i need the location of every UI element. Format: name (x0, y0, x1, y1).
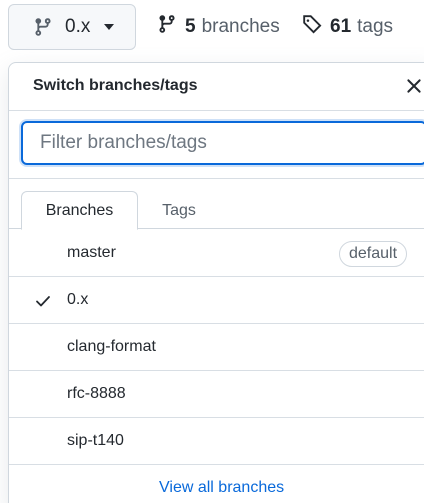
close-icon[interactable] (405, 77, 423, 95)
branch-name: clang-format (67, 338, 156, 355)
panel-footer: View all branches (9, 469, 424, 503)
branch-name: 0.x (67, 291, 89, 308)
branch-name: rfc-8888 (67, 385, 126, 402)
tag-icon (302, 14, 322, 40)
branch-item-sip-t140[interactable]: sip-t140 (9, 418, 424, 465)
branches-word: branches (201, 16, 280, 37)
tab-bar: Branches Tags (9, 179, 424, 230)
filter-section (9, 111, 424, 179)
panel-title: Switch branches/tags (33, 77, 198, 94)
panel-header: Switch branches/tags (9, 63, 424, 111)
tags-count: 61 (330, 16, 352, 37)
branch-item-0x[interactable]: 0.x (9, 277, 424, 324)
check-icon (35, 293, 51, 309)
branch-item-clang-format[interactable]: clang-format (9, 324, 424, 371)
git-branch-icon (33, 17, 53, 37)
branch-switcher-panel: Switch branches/tags Branches Tags maste… (8, 62, 424, 503)
chevron-down-icon (104, 24, 115, 30)
filter-input[interactable] (21, 121, 424, 165)
branch-selector-button[interactable]: 0.x (8, 4, 136, 50)
git-branch-icon (157, 14, 177, 40)
branch-item-master[interactable]: master default (9, 230, 424, 277)
tags-word: tags (357, 16, 394, 37)
tab-branches[interactable]: Branches (21, 191, 138, 230)
branch-name: master (67, 244, 116, 261)
view-all-branches-link[interactable]: View all branches (159, 479, 284, 497)
current-branch-label: 0.x (65, 16, 91, 37)
branches-count: 5 (185, 16, 196, 37)
branches-count-link[interactable]: 5 branches (157, 14, 280, 40)
branch-item-rfc-8888[interactable]: rfc-8888 (9, 371, 424, 418)
branch-name: sip-t140 (67, 432, 124, 449)
tab-tags[interactable]: Tags (149, 191, 209, 230)
tags-count-link[interactable]: 61 tags (302, 14, 393, 40)
branch-list: master default 0.x clang-format rfc-8888… (9, 230, 424, 465)
default-badge: default (339, 241, 408, 267)
